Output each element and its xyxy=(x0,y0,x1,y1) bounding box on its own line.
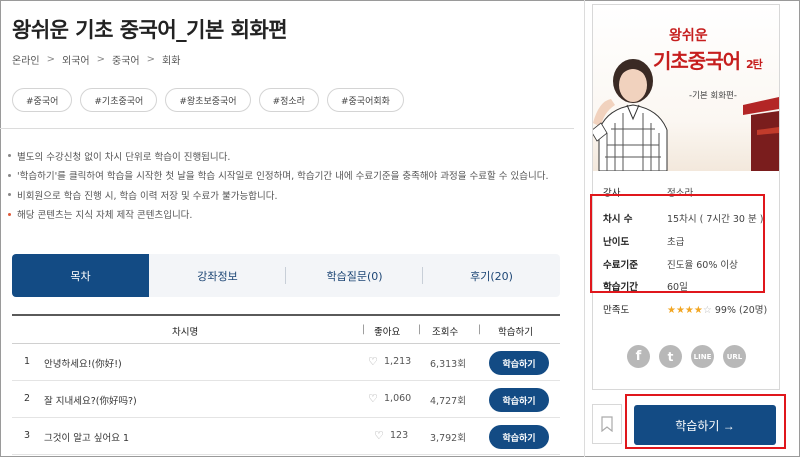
tab-bar: 목차 강좌정보 학습질문(0) 후기(20) xyxy=(12,254,560,297)
thumbnail-edition: 2탄 xyxy=(745,58,763,71)
thumbnail-subtitle: -기본 회화편- xyxy=(689,91,737,101)
rating-key: 만족도 xyxy=(603,305,630,316)
header-divider: | xyxy=(362,324,366,335)
thumbnail-headline-text: 기초중국어 xyxy=(653,49,741,73)
breadcrumb-separator: > xyxy=(146,54,155,65)
tab-course-info[interactable]: 강좌정보 xyxy=(149,254,286,297)
row-title[interactable]: 잘 지내세요?(你好吗?) xyxy=(44,393,137,407)
tag-chip[interactable]: #기초중국어 xyxy=(80,88,158,112)
row-title[interactable]: 안녕하세요!(你好!) xyxy=(44,356,122,370)
row-number: 3 xyxy=(24,430,31,441)
notice-item: 비회원으로 학습 진행 시, 학습 이력 저장 및 수료가 불가능합니다. xyxy=(8,185,549,205)
row-views: 6,313회 xyxy=(430,359,466,370)
row-views: 4,727회 xyxy=(430,396,466,407)
tab-reviews[interactable]: 후기(20) xyxy=(423,254,560,297)
breadcrumb-separator: > xyxy=(46,54,55,65)
table-row: 2 잘 지내세요?(你好吗?) ♡ 1,060 4,727회 학습하기 xyxy=(12,382,560,418)
notice-text: 해당 콘텐츠는 지식 자체 제작 콘텐츠입니다. xyxy=(17,210,193,222)
breadcrumb-item[interactable]: 외국어 xyxy=(62,52,90,67)
table-row: 3 그것이 알고 싶어요 1 ♡ 123 3,792회 학습하기 xyxy=(12,419,560,455)
course-title: 왕쉬운 기초 중국어_기본 회화편 xyxy=(12,18,288,42)
header-name: 차시명 xyxy=(172,327,199,338)
tag-chip[interactable]: #정소라 xyxy=(258,88,319,112)
facebook-icon[interactable]: f xyxy=(627,345,650,368)
row-likes: 1,060 xyxy=(384,393,412,404)
bullet-icon xyxy=(8,154,11,158)
notice-list: 별도의 수강신청 없이 차시 단위로 학습이 진행됩니다. '학습하기'를 클릭… xyxy=(8,146,549,224)
course-thumbnail: 왕쉬운 기초중국어 2탄 -기본 회화편- xyxy=(593,5,779,171)
divider xyxy=(0,128,574,129)
bullet-icon xyxy=(8,193,11,197)
heart-icon[interactable]: ♡ xyxy=(368,392,378,405)
table-header: 차시명 | 좋아요 | 조회수 | 학습하기 xyxy=(12,314,560,344)
tab-label: 학습질문(0) xyxy=(326,269,383,283)
tag-chip[interactable]: #왕초보중국어 xyxy=(165,88,251,112)
table-row: 1 안녕하세요!(你好!) ♡ 1,213 6,313회 학습하기 xyxy=(12,345,560,381)
learn-button[interactable]: 학습하기 xyxy=(489,388,549,412)
learn-button[interactable]: 학습하기 xyxy=(489,351,549,375)
breadcrumb-separator: > xyxy=(96,54,105,65)
heart-icon[interactable]: ♡ xyxy=(368,355,378,368)
bullet-icon xyxy=(8,173,11,177)
thumbnail-headline: 기초중국어 2탄 xyxy=(653,45,763,74)
thumbnail-brand: 왕쉬운 xyxy=(669,28,708,44)
notice-text: 비회원으로 학습 진행 시, 학습 이력 저장 및 수료가 불가능합니다. xyxy=(17,190,278,202)
tab-questions[interactable]: 학습질문(0) xyxy=(286,254,423,297)
rating-row: 만족도 ★★★★☆ 99% (20명) xyxy=(603,302,767,316)
star-rating-icon: ★★★★☆ xyxy=(667,305,712,316)
breadcrumb-item[interactable]: 온라인 xyxy=(12,52,40,67)
highlight-box-cta xyxy=(625,394,786,449)
row-title[interactable]: 그것이 알고 싶어요 1 xyxy=(44,430,129,444)
row-views: 3,792회 xyxy=(430,433,466,444)
tag-chip[interactable]: #중국어 xyxy=(12,88,73,112)
header-likes: 좋아요 xyxy=(374,327,401,338)
tab-label: 강좌정보 xyxy=(197,269,238,283)
header-views: 조회수 xyxy=(432,327,459,338)
notice-item: '학습하기'를 클릭하여 학습을 시작한 첫 날을 학습 시작일로 인정하며, … xyxy=(8,166,549,186)
notice-item: 별도의 수강신청 없이 차시 단위로 학습이 진행됩니다. xyxy=(8,146,549,166)
highlight-box-info xyxy=(590,194,765,293)
row-number: 1 xyxy=(24,356,31,367)
heart-icon[interactable]: ♡ xyxy=(374,429,384,442)
notice-text: 별도의 수강신청 없이 차시 단위로 학습이 진행됩니다. xyxy=(17,151,231,163)
notice-text: '학습하기'를 클릭하여 학습을 시작한 첫 날을 학습 시작일로 인정하며, … xyxy=(17,171,549,183)
learn-button[interactable]: 학습하기 xyxy=(489,425,549,449)
header-divider: | xyxy=(418,324,422,335)
tab-contents[interactable]: 목차 xyxy=(12,254,149,297)
tag-list: #중국어 #기초중국어 #왕초보중국어 #정소라 #중국어회화 xyxy=(12,88,404,112)
twitter-icon[interactable]: t xyxy=(659,345,682,368)
breadcrumb: 온라인 > 외국어 > 중국어 > 회화 xyxy=(12,52,180,67)
row-likes: 1,213 xyxy=(384,356,412,367)
breadcrumb-item[interactable]: 회화 xyxy=(162,52,180,67)
notice-item: 해당 콘텐츠는 지식 자체 제작 콘텐츠입니다. xyxy=(8,205,549,225)
breadcrumb-item[interactable]: 중국어 xyxy=(112,52,140,67)
row-likes: 123 xyxy=(390,430,409,441)
header-action: 학습하기 xyxy=(498,327,533,338)
line-icon[interactable]: LINE xyxy=(691,345,714,368)
bookmark-button[interactable] xyxy=(592,404,622,444)
bullet-icon xyxy=(8,212,11,216)
rating-text: 99% (20명) xyxy=(714,305,768,316)
url-copy-icon[interactable]: URL xyxy=(723,345,746,368)
bookmark-icon xyxy=(601,416,613,432)
column-divider xyxy=(584,0,585,457)
header-divider: | xyxy=(478,324,482,335)
row-number: 2 xyxy=(24,393,31,404)
tag-chip[interactable]: #중국어회화 xyxy=(326,88,404,112)
share-buttons: f t LINE URL xyxy=(627,345,746,368)
rating-value: ★★★★☆ 99% (20명) xyxy=(667,302,767,316)
